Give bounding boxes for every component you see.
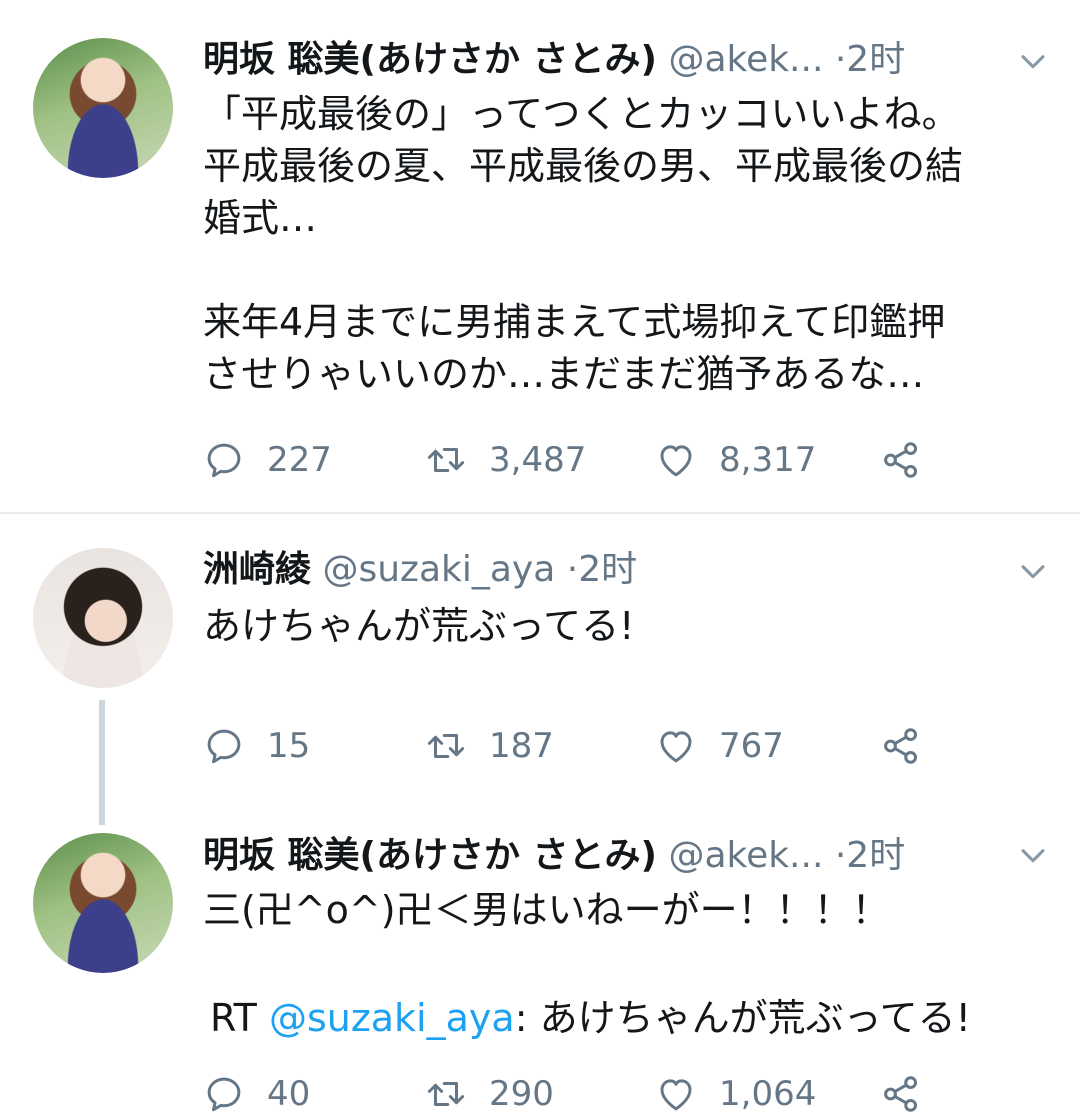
retweet-count: 3,487 [489, 440, 587, 480]
heart-icon [660, 731, 692, 763]
avatar[interactable] [33, 38, 173, 178]
share-icon [884, 728, 918, 764]
retweet-button[interactable]: 187 [425, 724, 554, 768]
reply-count: 227 [267, 440, 332, 480]
chevron-down-icon[interactable] [1016, 838, 1050, 872]
avatar[interactable] [33, 548, 173, 688]
display-name[interactable]: 洲崎綾 [203, 549, 311, 590]
tweet-header: 洲崎綾 @suzaki_aya ·2时 [203, 548, 637, 592]
reply-button[interactable]: 227 [203, 438, 332, 482]
display-name[interactable]: 明坂 聡美(あけさか さとみ) [203, 39, 657, 80]
chevron-down-icon[interactable] [1016, 44, 1050, 78]
share-button[interactable] [880, 438, 922, 482]
heart-icon [660, 445, 692, 477]
like-button[interactable]: 767 [655, 724, 784, 768]
tweet-divider [0, 512, 1080, 514]
retweet-icon [427, 1082, 465, 1106]
share-button[interactable] [880, 724, 922, 768]
display-name[interactable]: 明坂 聡美(あけさか さとみ) [203, 835, 657, 876]
rt-text: : あけちゃんが荒ぶってる! [514, 996, 971, 1040]
heart-icon [660, 1079, 692, 1111]
share-button[interactable] [880, 1072, 922, 1116]
share-icon [884, 442, 918, 478]
retweet-icon [427, 734, 465, 758]
tweet-text: 「平成最後の」ってつくとカッコいいよね。 平成最後の夏、平成最後の男、平成最後の… [203, 92, 964, 396]
avatar[interactable] [33, 833, 173, 973]
reply-button[interactable]: 40 [203, 1072, 310, 1116]
chevron-down-icon[interactable] [1016, 554, 1050, 588]
separator-dot: · [834, 835, 847, 876]
reply-button[interactable]: 15 [203, 724, 310, 768]
tweet-text: あけちゃんが荒ぶってる! [203, 604, 635, 648]
retweet-button[interactable]: 290 [425, 1072, 554, 1116]
reply-icon [207, 729, 241, 764]
user-handle[interactable]: @akek... [668, 39, 823, 80]
like-button[interactable]: 8,317 [655, 438, 816, 482]
retweet-count: 290 [489, 1074, 554, 1114]
retweet-button[interactable]: 3,487 [425, 438, 586, 482]
reply-icon [207, 1077, 241, 1112]
thread-connector [99, 700, 105, 825]
retweet-quote: RT @suzaki_aya: あけちゃんが荒ぶってる! [210, 992, 1060, 1044]
like-count: 767 [719, 726, 784, 766]
timestamp[interactable]: 2时 [846, 39, 905, 80]
reply-icon [207, 443, 241, 478]
reply-count: 15 [267, 726, 311, 766]
tweet-header: 明坂 聡美(あけさか さとみ) @akek... ·2时 [203, 834, 905, 878]
timestamp[interactable]: 2时 [846, 835, 905, 876]
separator-dot: · [566, 549, 579, 590]
tweet-header: 明坂 聡美(あけさか さとみ) @akek... ·2时 [203, 38, 905, 82]
user-handle[interactable]: @suzaki_aya [322, 549, 555, 590]
user-handle[interactable]: @akek... [668, 835, 823, 876]
timestamp[interactable]: 2时 [578, 549, 637, 590]
mention-link[interactable]: @suzaki_aya [269, 996, 515, 1040]
separator-dot: · [834, 39, 847, 80]
share-icon [884, 1076, 918, 1112]
retweet-icon [427, 448, 465, 472]
like-count: 8,317 [719, 440, 817, 480]
like-button[interactable]: 1,064 [655, 1072, 816, 1116]
rt-prefix: RT [210, 996, 269, 1040]
like-count: 1,064 [719, 1074, 817, 1114]
reply-count: 40 [267, 1074, 311, 1114]
tweet-text: 三(卍^o^)卍＜男はいねーがー！！！！ [203, 888, 890, 932]
retweet-count: 187 [489, 726, 554, 766]
